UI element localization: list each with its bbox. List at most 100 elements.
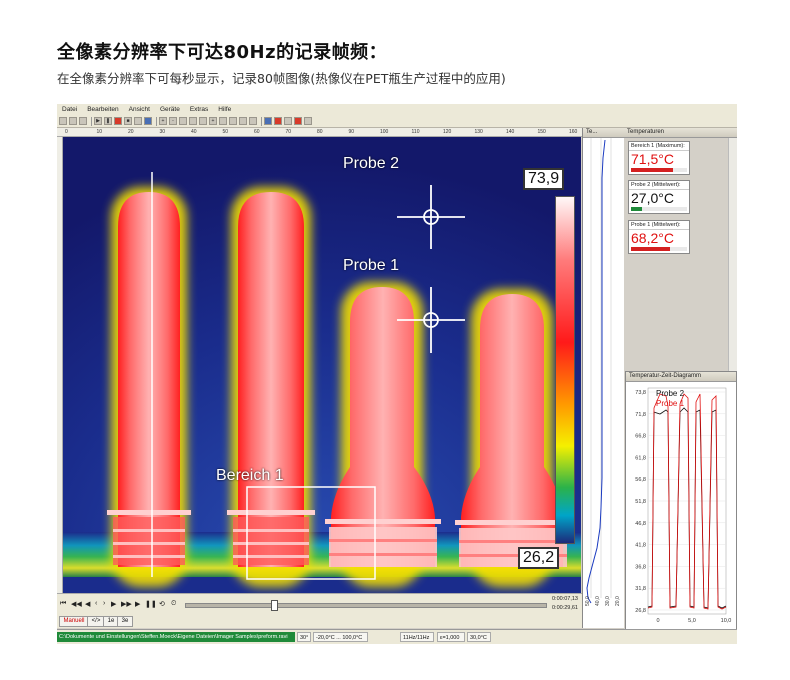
record-icon[interactable] bbox=[114, 117, 122, 125]
time-position: 0:00:29,61 bbox=[552, 605, 578, 611]
ruler-tick-label: 50 bbox=[222, 129, 229, 135]
rectangle-icon[interactable] bbox=[229, 117, 237, 125]
y-tick-label: 56,8 bbox=[635, 477, 646, 483]
scale-min-value[interactable]: 26,2 bbox=[518, 547, 560, 569]
new-file-icon[interactable] bbox=[59, 117, 67, 125]
preform-1 bbox=[107, 192, 191, 567]
profile-axis-label: 30,0 bbox=[605, 596, 611, 606]
ruler-tick-label: 160 bbox=[569, 129, 578, 135]
toolbar-separator bbox=[261, 116, 262, 126]
tab-3e[interactable]: 3e bbox=[117, 616, 133, 627]
rotate-icon[interactable] bbox=[189, 117, 197, 125]
ellipse-icon[interactable] bbox=[239, 117, 247, 125]
toolbar-separator bbox=[91, 116, 92, 126]
y-tick-label: 61,8 bbox=[635, 455, 646, 461]
menu-bearbeiten[interactable]: Bearbeiten bbox=[82, 106, 123, 113]
line-icon[interactable] bbox=[219, 117, 227, 125]
pause-icon[interactable]: ❚❚ bbox=[145, 600, 157, 608]
playback-slider-track[interactable] bbox=[185, 603, 547, 608]
camera-icon[interactable] bbox=[144, 117, 152, 125]
stop-icon[interactable]: ■ bbox=[124, 117, 132, 125]
y-tick-label: 71,8 bbox=[635, 412, 646, 418]
readout-value: 27,0°C bbox=[631, 190, 674, 206]
fit-icon[interactable] bbox=[179, 117, 187, 125]
polygon-icon[interactable] bbox=[249, 117, 257, 125]
readout-bar bbox=[631, 168, 687, 172]
zoom-out-icon[interactable]: - bbox=[169, 117, 177, 125]
y-tick-label: 26,8 bbox=[635, 608, 646, 614]
skip-start-icon[interactable]: ⏮ bbox=[60, 600, 66, 608]
menu-hilfe[interactable]: Hilfe bbox=[213, 106, 236, 113]
legend-probe-1: Probe 1 bbox=[656, 399, 685, 408]
fast-forward-icon[interactable]: ▶▶ bbox=[121, 600, 132, 608]
preform-2 bbox=[227, 192, 315, 567]
ruler-tick-label: 20 bbox=[128, 129, 134, 135]
readout-label: Probe 2 (Mittelwert): bbox=[629, 181, 689, 190]
y-tick-label: 66,8 bbox=[635, 434, 646, 440]
readout-bar-fill bbox=[631, 168, 673, 172]
x-tick-label: 5,0 bbox=[688, 618, 696, 624]
horizontal-ruler: 0 10 20 30 40 50 60 70 80 90 100 110 120 130 140 150 160 bbox=[57, 128, 582, 137]
speed-icon[interactable]: ⏲ bbox=[171, 600, 176, 608]
step-forward-icon[interactable]: ▶ bbox=[111, 600, 116, 608]
settings-icon[interactable] bbox=[304, 117, 312, 125]
step-forward-small-icon[interactable]: › bbox=[103, 600, 105, 607]
step-back-small-icon[interactable]: ‹ bbox=[95, 600, 97, 607]
profile-header: Te... bbox=[583, 128, 625, 138]
scale-max-value[interactable]: 73,9 bbox=[523, 168, 565, 190]
y-tick-label: 41,8 bbox=[635, 543, 646, 549]
playback-slider-thumb[interactable] bbox=[271, 600, 278, 611]
menu-datei[interactable]: Datei bbox=[57, 106, 82, 113]
thermal-imager-window: Datei Bearbeiten Ansicht Geräte Extras H… bbox=[57, 104, 737, 644]
temperature-readout: Probe 1 (Mittelwert): 68,2°C bbox=[628, 220, 690, 254]
palette-icon[interactable] bbox=[274, 117, 282, 125]
readout-value: 68,2°C bbox=[631, 230, 674, 246]
ruler-tick-label: 130 bbox=[474, 129, 483, 135]
probe-2-label: Probe 2 bbox=[343, 155, 400, 172]
x-tick-label: 10,0 bbox=[721, 618, 732, 624]
save-icon[interactable] bbox=[79, 117, 87, 125]
rewind-icon[interactable]: ◀◀ bbox=[71, 600, 82, 608]
menu-geraete[interactable]: Geräte bbox=[155, 106, 185, 113]
probe-1-label: Probe 1 bbox=[343, 257, 400, 274]
y-tick-label: 51,8 bbox=[635, 499, 646, 505]
scale-icon[interactable] bbox=[284, 117, 292, 125]
menu-bar: Datei Bearbeiten Ansicht Geräte Extras H… bbox=[57, 104, 737, 115]
profile-axis-label: 40,0 bbox=[595, 596, 601, 606]
open-file-icon[interactable] bbox=[69, 117, 77, 125]
play-icon[interactable]: ▶ bbox=[94, 117, 102, 125]
snapshot-icon[interactable] bbox=[134, 117, 142, 125]
zoom-in-icon[interactable]: + bbox=[159, 117, 167, 125]
y-tick-label: 73,8 bbox=[635, 390, 646, 396]
ruler-tick-label: 110 bbox=[411, 129, 420, 135]
right-panel: Temperaturen Bereich 1 (Maximum): 71,5°C… bbox=[624, 128, 737, 644]
tab-manuell[interactable]: Manuell bbox=[59, 616, 89, 627]
menu-extras[interactable]: Extras bbox=[185, 106, 213, 113]
play-icon[interactable]: ▶ bbox=[135, 600, 140, 608]
step-back-icon[interactable]: ◀ bbox=[85, 600, 90, 608]
pause-icon[interactable]: ❚ bbox=[104, 117, 112, 125]
legend-probe-2: Probe 2 bbox=[656, 389, 685, 398]
temperatures-panel-header: Temperaturen bbox=[624, 128, 737, 138]
crosshair-icon[interactable]: + bbox=[209, 117, 217, 125]
page-title: 全像素分辨率下可达80Hz的记录帧频： bbox=[57, 42, 388, 63]
status-bar: C:\Dokumente und Einstellungen\Steffen.M… bbox=[57, 629, 737, 644]
grid-icon[interactable] bbox=[264, 117, 272, 125]
thermal-image[interactable] bbox=[63, 137, 581, 593]
temp-range: -20,0°C ... 100,0°C bbox=[313, 632, 368, 642]
temperature-readout: Probe 2 (Mittelwert): 27,0°C bbox=[628, 180, 690, 214]
ruler-tick-label: 30 bbox=[159, 129, 166, 135]
ruler-tick-label: 70 bbox=[285, 129, 292, 135]
alarm-icon[interactable] bbox=[294, 117, 302, 125]
ruler-tick-label: 150 bbox=[537, 129, 546, 135]
line-profile-pane: Te... 50,0 40,0 30,0 20,0 bbox=[582, 128, 625, 628]
flip-icon[interactable] bbox=[199, 117, 207, 125]
file-path: C:\Dokumente und Einstellungen\Steffen.M… bbox=[57, 632, 295, 642]
ruler-tick-label: 80 bbox=[317, 129, 323, 135]
ruler-tick-label: 60 bbox=[254, 129, 260, 135]
readout-bar-fill bbox=[631, 207, 643, 211]
page-subtitle: 在全像素分辨率下可每秒显示，记录80帧图像(热像仪在PET瓶生产过程中的应用) bbox=[57, 71, 506, 86]
menu-ansicht[interactable]: Ansicht bbox=[124, 106, 155, 113]
color-scale-bar bbox=[555, 196, 575, 544]
loop-icon[interactable]: ⟲ bbox=[159, 600, 165, 608]
